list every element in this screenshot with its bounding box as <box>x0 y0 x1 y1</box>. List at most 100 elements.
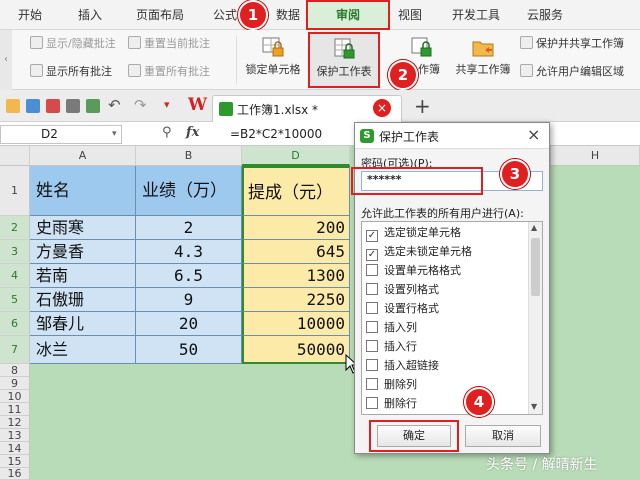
column-header-b[interactable]: B <box>136 146 242 166</box>
checkbox-checked-icon[interactable]: ✓ <box>366 249 378 261</box>
permission-option[interactable]: 插入行 <box>362 337 417 356</box>
permission-option[interactable]: 删除行 <box>362 394 417 413</box>
list-scrollbar[interactable]: ▲ ▼ <box>528 222 542 414</box>
permission-option[interactable]: 设置行格式 <box>362 299 439 318</box>
show-hide-comments-button[interactable]: 显示/隐藏批注 <box>30 35 116 53</box>
print-preview-icon[interactable] <box>86 99 100 113</box>
checkbox-icon[interactable] <box>366 359 378 371</box>
formula-input[interactable]: =B2*C2*10000 <box>230 127 322 141</box>
column-header-a[interactable]: A <box>30 146 136 166</box>
cell-name[interactable]: 方曼香 <box>30 240 136 264</box>
cell-commission[interactable]: 50000 <box>242 336 350 364</box>
row-header-14[interactable]: 14 <box>0 442 30 455</box>
reset-all-comments-button[interactable]: 重置所有批注 <box>128 63 210 81</box>
cell-name[interactable]: 若南 <box>30 264 136 288</box>
name-box-dropdown-icon[interactable]: ▾ <box>112 129 117 139</box>
checkbox-icon[interactable] <box>366 302 378 314</box>
allow-edit-ranges-button[interactable]: 允许用户编辑区域 <box>520 63 624 81</box>
zoom-search-icon[interactable]: ⚲ <box>162 125 172 140</box>
open-folder-icon[interactable] <box>6 99 20 113</box>
checkbox-icon[interactable] <box>366 264 378 276</box>
row-header-8[interactable]: 8 <box>0 364 30 377</box>
row-header-13[interactable]: 13 <box>0 429 30 442</box>
cell-commission[interactable]: 1300 <box>242 264 350 288</box>
row-header-11[interactable]: 11 <box>0 403 30 416</box>
cell-score[interactable]: 6.5 <box>136 264 242 288</box>
row-header-9[interactable]: 9 <box>0 377 30 390</box>
header-cell-name[interactable]: 姓名 <box>30 166 136 216</box>
cell-name[interactable]: 石傲珊 <box>30 288 136 312</box>
fx-label[interactable]: fx <box>186 125 199 140</box>
undo-icon[interactable]: ↶ <box>108 96 121 114</box>
cell-score[interactable]: 9 <box>136 288 242 312</box>
permission-option[interactable]: ✓ 选定未锁定单元格 <box>362 242 472 261</box>
row-header-2[interactable]: 2 <box>0 216 30 240</box>
menu-home[interactable]: 开始 <box>8 0 52 30</box>
cancel-button[interactable]: 取消 <box>465 425 541 447</box>
cell-name[interactable]: 史雨寒 <box>30 216 136 240</box>
tab-workbook1[interactable]: 工作簿1.xlsx * × <box>212 95 402 122</box>
new-tab-button[interactable]: + <box>414 94 431 118</box>
permission-option[interactable]: 插入超链接 <box>362 356 439 375</box>
header-cell-score[interactable]: 业绩（万） <box>136 166 242 216</box>
row-header-3[interactable]: 3 <box>0 240 30 264</box>
checkbox-icon[interactable] <box>366 321 378 333</box>
row-header-12[interactable]: 12 <box>0 416 30 429</box>
menu-developer[interactable]: 开发工具 <box>448 0 504 30</box>
dialog-close-icon[interactable]: × <box>527 125 540 144</box>
scrollbar-thumb[interactable] <box>531 238 540 296</box>
select-all-corner[interactable] <box>0 146 30 166</box>
menu-cloud[interactable]: 云服务 <box>520 0 570 30</box>
checkbox-icon[interactable] <box>366 283 378 295</box>
row-header-1[interactable]: 1 <box>0 166 30 216</box>
save-icon[interactable] <box>26 99 40 113</box>
cell-commission[interactable]: 10000 <box>242 312 350 336</box>
permission-option[interactable]: 设置列格式 <box>362 280 439 299</box>
checkbox-icon[interactable] <box>366 340 378 352</box>
row-header-7[interactable]: 7 <box>0 336 30 364</box>
dialog-title-bar[interactable]: S 保护工作表 × <box>355 123 549 149</box>
ribbon-scroll-left-icon[interactable]: ‹ <box>0 30 12 90</box>
row-header-5[interactable]: 5 <box>0 288 30 312</box>
permission-option[interactable]: ✓ 选定锁定单元格 <box>362 223 461 242</box>
scroll-up-icon[interactable]: ▲ <box>531 223 537 232</box>
row-header-16[interactable]: 16 <box>0 468 30 480</box>
cell-score[interactable]: 2 <box>136 216 242 240</box>
ok-button[interactable]: 确定 <box>377 425 451 447</box>
protect-and-share-button[interactable]: 保护并共享工作簿 <box>520 35 624 53</box>
menu-page-layout[interactable]: 页面布局 <box>130 0 190 30</box>
cell-name[interactable]: 冰兰 <box>30 336 136 364</box>
checkbox-icon[interactable] <box>366 378 378 390</box>
menu-review[interactable]: 审阅 <box>306 0 390 30</box>
close-tab-icon[interactable]: × <box>373 99 391 117</box>
row-header-6[interactable]: 6 <box>0 312 30 336</box>
row-header-10[interactable]: 10 <box>0 390 30 403</box>
cell-name[interactable]: 邹春儿 <box>30 312 136 336</box>
menu-view[interactable]: 视图 <box>392 0 428 30</box>
reset-current-comment-button[interactable]: 重置当前批注 <box>128 35 210 53</box>
cell-commission[interactable]: 645 <box>242 240 350 264</box>
dropdown-arrow-icon[interactable]: ▾ <box>164 98 170 111</box>
permission-option[interactable]: 插入列 <box>362 318 417 337</box>
cell-commission[interactable]: 2250 <box>242 288 350 312</box>
redo-icon[interactable]: ↷ <box>134 96 147 114</box>
row-header-4[interactable]: 4 <box>0 264 30 288</box>
checkbox-icon[interactable] <box>366 397 378 409</box>
lock-cells-button[interactable]: 锁定单元格 <box>240 32 306 88</box>
cell-score[interactable]: 50 <box>136 336 242 364</box>
column-header-d[interactable]: D <box>242 146 350 166</box>
export-pdf-icon[interactable] <box>46 99 60 113</box>
menu-data[interactable]: 数据 <box>272 0 304 30</box>
cell-score[interactable]: 4.3 <box>136 240 242 264</box>
permission-option[interactable]: 设置单元格格式 <box>362 261 461 280</box>
share-workbook-button[interactable]: 共享工作簿 <box>450 32 516 88</box>
name-box[interactable]: D2 <box>0 125 122 144</box>
column-header-h[interactable]: H <box>550 146 640 166</box>
cell-score[interactable]: 20 <box>136 312 242 336</box>
scroll-down-icon[interactable]: ▼ <box>531 402 537 411</box>
permissions-list[interactable]: ✓ 选定锁定单元格 ✓ 选定未锁定单元格 设置单元格格式 设置列格式 设置行格式 插… <box>361 221 543 415</box>
permission-option[interactable]: 删除列 <box>362 375 417 394</box>
menu-insert[interactable]: 插入 <box>68 0 112 30</box>
checkbox-checked-icon[interactable]: ✓ <box>366 230 378 242</box>
print-icon[interactable] <box>66 99 80 113</box>
